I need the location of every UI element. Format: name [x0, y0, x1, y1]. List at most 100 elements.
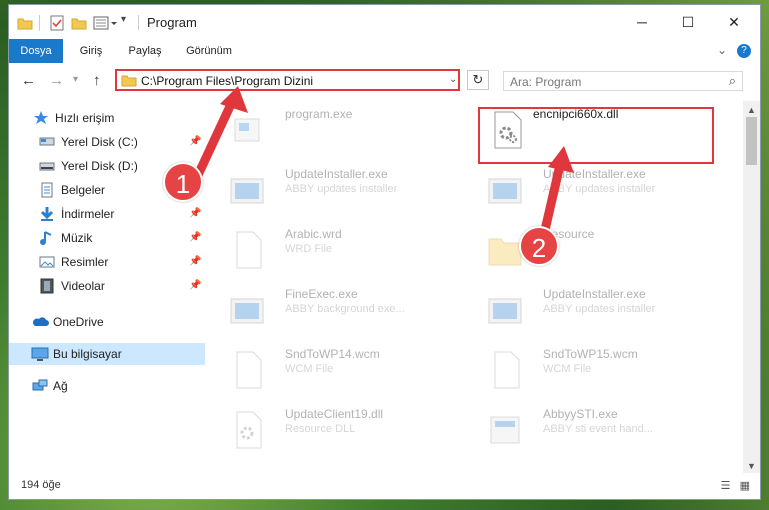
file-description: ABBY updates installer — [543, 303, 656, 315]
file-item[interactable]: AbbyySTI.exe ABBY sti event hand... — [477, 405, 717, 455]
installer-icon — [229, 171, 265, 209]
file-item[interactable]: FineExec.exe ABBY background exe... — [219, 285, 459, 335]
tab-gorunum[interactable]: Görünüm — [171, 39, 247, 63]
refresh-icon: ↻ — [472, 72, 484, 87]
pin-icon[interactable]: 📌 — [189, 203, 201, 225]
customize-toolbar-icon[interactable] — [93, 15, 117, 31]
sidebar-item-label: Resimler — [61, 255, 109, 269]
drive-icon — [39, 134, 55, 150]
file-item[interactable]: UpdateInstaller.exe ABBY updates install… — [477, 165, 717, 215]
pictures-icon — [39, 254, 55, 270]
installer-icon — [229, 291, 265, 329]
file-name: FineExec.exe — [285, 287, 358, 301]
sidebar-item-pictures[interactable]: Resimler 📌 — [9, 251, 205, 273]
sidebar-item-label: Hızlı erişim — [55, 111, 115, 125]
title-bar: ▾ Program ─ ☐ ✕ — [9, 5, 760, 39]
scroll-up-icon[interactable]: ▲ — [747, 105, 756, 115]
file-name: UpdateInstaller.exe — [543, 287, 646, 301]
document-icon — [487, 351, 523, 389]
sidebar-item-label: Yerel Disk (C:) — [61, 135, 138, 149]
address-path: C:\Program Files\Program Dizini — [141, 74, 314, 88]
sidebar-item-videos[interactable]: Videolar 📌 — [9, 275, 205, 297]
address-row: ← → ▾ ↑ C:\Program Files\Program Dizini … — [9, 63, 760, 97]
sidebar-item-label: Belgeler — [61, 183, 106, 197]
file-item[interactable]: UpdateInstaller.exe ABBY updates install… — [219, 165, 459, 215]
sidebar-item-label: Yerel Disk (D:) — [61, 159, 138, 173]
sidebar-item-music[interactable]: Müzik 📌 — [9, 227, 205, 249]
file-list: program.exe encnipci660x.dll UpdateInsta… — [219, 101, 739, 471]
tiles-view-icon[interactable]: ▦ — [740, 480, 750, 492]
qa-separator — [39, 15, 40, 31]
file-name: SndToWP15.wcm — [543, 347, 638, 361]
tab-dosya[interactable]: Dosya — [9, 39, 63, 63]
sidebar-item-downloads[interactable]: İndirmeler 📌 — [9, 203, 205, 225]
file-description: WRD File — [285, 243, 333, 255]
scroll-thumb[interactable] — [746, 117, 757, 165]
sidebar-item-quick-access[interactable]: Hızlı erişim — [9, 107, 205, 129]
sidebar-item-onedrive[interactable]: OneDrive — [9, 311, 205, 333]
file-item[interactable]: UpdateClient19.dll Resource DLL — [219, 405, 459, 455]
chevron-down-icon[interactable]: ⌄ — [449, 74, 457, 85]
file-name: UpdateInstaller.exe — [543, 167, 646, 181]
cloud-icon — [31, 314, 49, 330]
folder-icon — [17, 15, 33, 31]
back-arrow-icon[interactable]: ← — [21, 72, 36, 89]
sidebar-item-label: OneDrive — [53, 315, 104, 329]
document-icon — [229, 231, 265, 269]
file-item[interactable]: SndToWP15.wcm WCM File — [477, 345, 717, 395]
chevron-down-icon[interactable]: ⌄ — [717, 43, 727, 57]
file-name: SndToWP14.wcm — [285, 347, 380, 361]
star-icon — [33, 110, 49, 126]
file-item[interactable]: UpdateInstaller.exe ABBY updates install… — [477, 285, 717, 335]
pin-icon[interactable]: 📌 — [189, 251, 201, 273]
recent-dropdown-icon[interactable]: ▾ — [73, 74, 78, 85]
videos-icon — [39, 278, 55, 294]
file-item[interactable]: Resource — [477, 225, 717, 275]
new-folder-icon[interactable] — [71, 15, 87, 31]
file-item[interactable]: Arabic.wrd WRD File — [219, 225, 459, 275]
search-input[interactable]: Ara: Program ⌕ — [503, 71, 743, 91]
folder-icon — [487, 231, 523, 269]
address-bar[interactable]: C:\Program Files\Program Dizini ⌄ — [115, 69, 460, 91]
search-placeholder: Ara: Program — [510, 75, 582, 89]
minimize-button[interactable]: ─ — [619, 5, 665, 39]
up-arrow-icon[interactable]: ↑ — [93, 72, 101, 89]
document-icon — [229, 351, 265, 389]
tab-giris[interactable]: Giriş — [63, 39, 119, 63]
properties-icon[interactable] — [49, 15, 65, 31]
title-separator — [138, 15, 139, 30]
music-icon — [39, 230, 55, 246]
download-icon — [39, 206, 55, 222]
file-item[interactable]: program.exe — [219, 105, 459, 155]
sidebar-item-local-disk-c[interactable]: Yerel Disk (C:) 📌 — [9, 131, 205, 153]
file-name: AbbyySTI.exe — [543, 407, 618, 421]
sidebar-item-label: Müzik — [61, 231, 93, 245]
tab-paylas[interactable]: Paylaş — [119, 39, 171, 63]
computer-icon — [31, 346, 49, 362]
refresh-button[interactable]: ↻ — [467, 70, 489, 90]
file-name: UpdateClient19.dll — [285, 407, 384, 421]
sidebar-item-label: Bu bilgisayar — [53, 347, 122, 361]
sidebar-item-label: İndirmeler — [61, 207, 115, 221]
installer-icon — [487, 291, 523, 329]
scroll-down-icon[interactable]: ▼ — [747, 461, 756, 471]
folder-icon — [121, 73, 137, 91]
pin-icon[interactable]: 📌 — [189, 131, 201, 153]
pin-icon[interactable]: 📌 — [189, 227, 201, 249]
forward-arrow-icon[interactable]: → — [49, 72, 64, 89]
file-item[interactable]: SndToWP14.wcm WCM File — [219, 345, 459, 395]
maximize-button[interactable]: ☐ — [665, 5, 711, 39]
help-icon[interactable]: ? — [737, 44, 751, 58]
qa-dropdown-icon[interactable]: ▾ — [121, 14, 126, 30]
file-name: UpdateInstaller.exe — [285, 167, 388, 181]
vertical-scrollbar[interactable]: ▲ ▼ — [743, 101, 760, 475]
close-button[interactable]: ✕ — [711, 5, 757, 39]
sidebar-item-network[interactable]: Ağ — [9, 375, 205, 397]
pin-icon[interactable]: 📌 — [189, 275, 201, 297]
details-view-icon[interactable]: ☰ — [721, 480, 731, 492]
file-description: Resource DLL — [285, 423, 356, 435]
step-1-badge: 1 — [163, 162, 203, 202]
documents-icon — [39, 182, 55, 198]
file-description: ABBY background exe... — [285, 303, 405, 315]
sidebar-item-this-pc[interactable]: Bu bilgisayar — [9, 343, 205, 365]
